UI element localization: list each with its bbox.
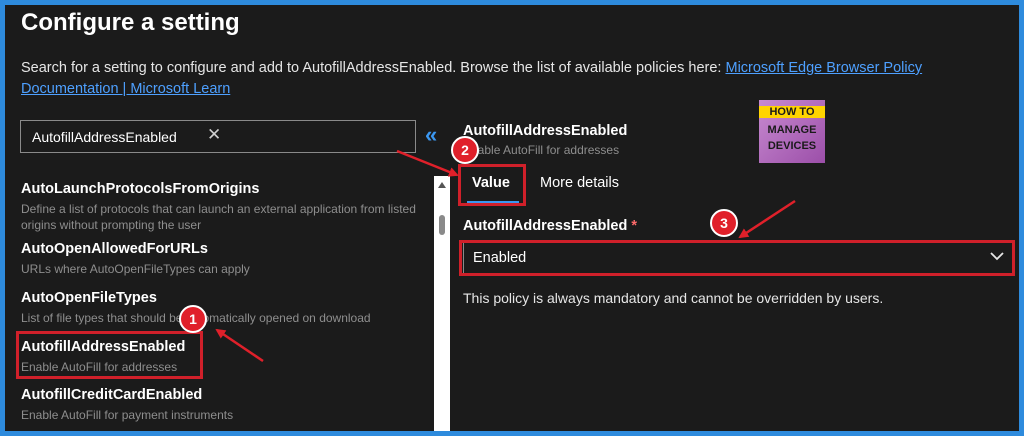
arrow-1	[215, 328, 264, 363]
annotation-arrows	[215, 149, 796, 363]
configure-setting-panel: Configure a setting Search for a setting…	[0, 0, 1024, 436]
callout-badge-2: 2	[451, 136, 479, 164]
callout-badge-3: 3	[710, 209, 738, 237]
callout-badge-1: 1	[179, 305, 207, 333]
arrow-2	[396, 149, 459, 177]
arrow-3	[738, 199, 796, 239]
